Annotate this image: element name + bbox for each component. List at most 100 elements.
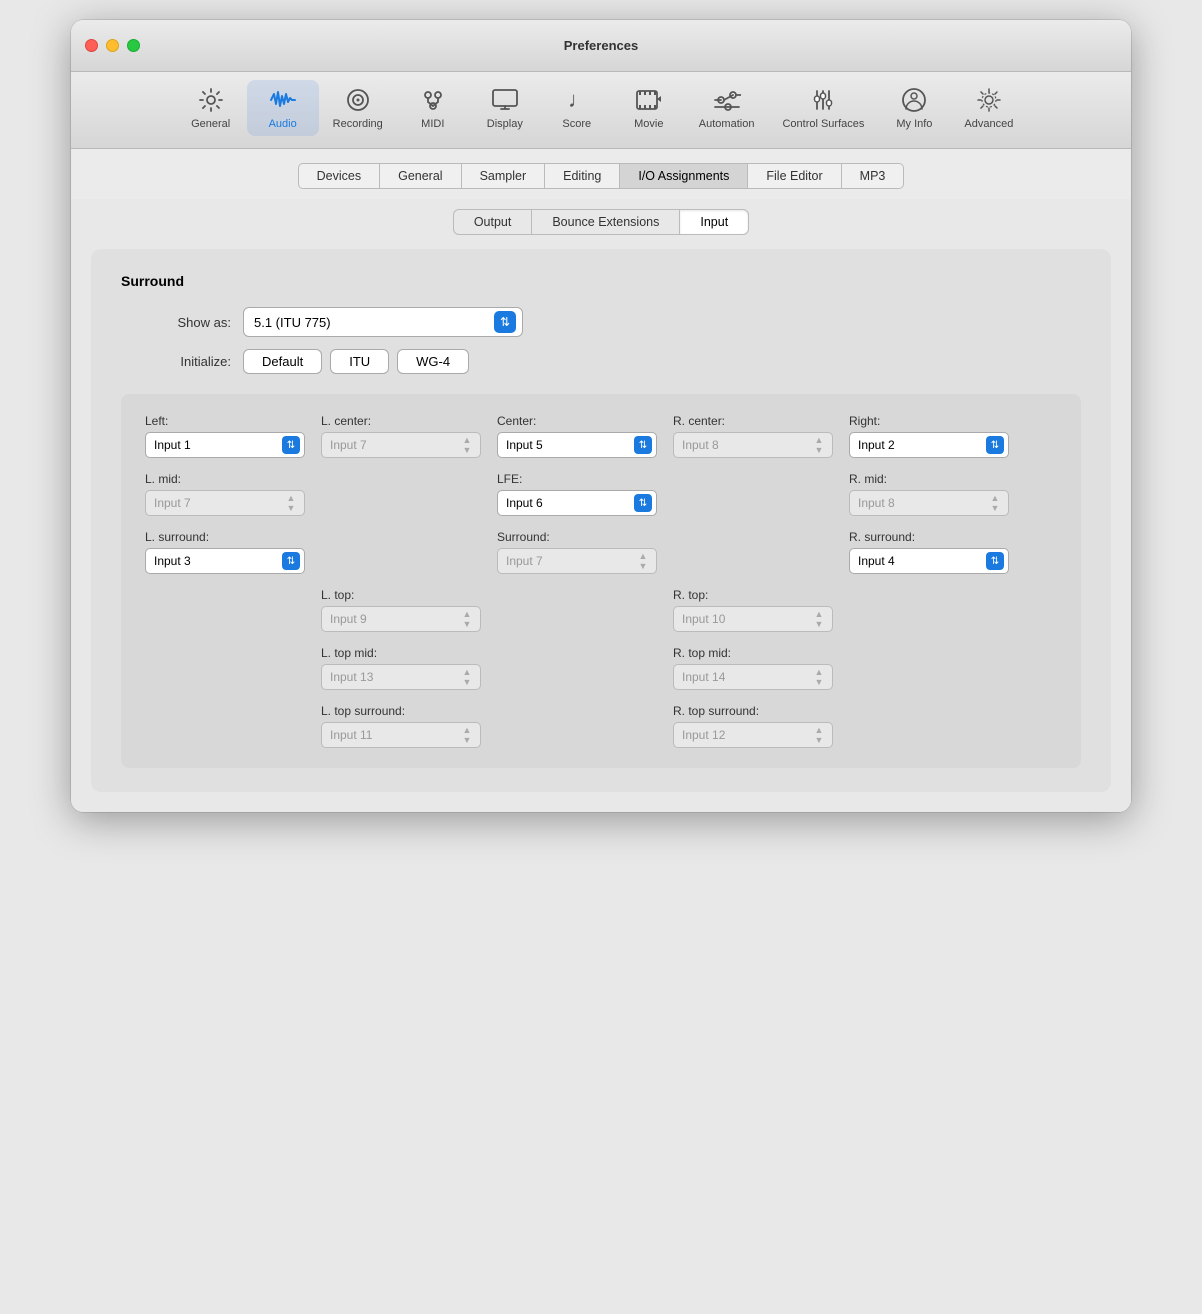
init-itu-button[interactable]: ITU — [330, 349, 389, 374]
l-top-mid-label: L. top mid: — [321, 646, 481, 660]
l-top-mid-value: Input 13 — [330, 670, 373, 684]
sub-tab-sampler[interactable]: Sampler — [461, 163, 546, 189]
field-empty-row2-col2 — [321, 472, 481, 516]
r-center-select[interactable]: Input 8 ▲▼ — [673, 432, 833, 458]
l-center-select[interactable]: Input 7 ▲▼ — [321, 432, 481, 458]
show-as-value: 5.1 (ITU 775) — [254, 315, 331, 330]
toolbar-item-display[interactable]: Display — [469, 80, 541, 136]
panel-tab-bounce-extensions[interactable]: Bounce Extensions — [531, 209, 680, 235]
init-wg4-button[interactable]: WG-4 — [397, 349, 469, 374]
toolbar-label-recording: Recording — [333, 118, 383, 130]
l-top-label: L. top: — [321, 588, 481, 602]
r-top-mid-arrow: ▲▼ — [810, 668, 828, 686]
toolbar-item-audio[interactable]: Audio — [247, 80, 319, 136]
toolbar-item-my-info[interactable]: My Info — [878, 80, 950, 136]
r-center-value: Input 8 — [682, 438, 719, 452]
field-empty-row3-col2 — [321, 530, 481, 574]
field-empty-row2-col4 — [673, 472, 833, 516]
chevron-updown-icon: ⇅ — [500, 315, 510, 329]
lfe-value: Input 6 — [506, 496, 543, 510]
l-top-surround-select[interactable]: Input 11 ▲▼ — [321, 722, 481, 748]
left-arrow: ⇅ — [282, 436, 300, 454]
l-mid-arrow: ▲▼ — [282, 494, 300, 512]
sub-tab-general[interactable]: General — [379, 163, 461, 189]
toolbar-label-control-surfaces: Control Surfaces — [782, 118, 864, 130]
surround-select[interactable]: Input 7 ▲▼ — [497, 548, 657, 574]
field-empty-row6-col1 — [145, 704, 305, 748]
field-surround: Surround: Input 7 ▲▼ — [497, 530, 657, 574]
panel-tab-output[interactable]: Output — [453, 209, 533, 235]
sub-tab-editing[interactable]: Editing — [544, 163, 620, 189]
l-surround-arrow: ⇅ — [282, 552, 300, 570]
r-top-mid-value: Input 14 — [682, 670, 725, 684]
left-select[interactable]: Input 1 ⇅ — [145, 432, 305, 458]
center-select[interactable]: Input 5 ⇅ — [497, 432, 657, 458]
toolbar-item-recording[interactable]: Recording — [319, 80, 397, 136]
toolbar-item-midi[interactable]: MIDI — [397, 80, 469, 136]
surround-value: Input 7 — [506, 554, 543, 568]
r-top-select[interactable]: Input 10 ▲▼ — [673, 606, 833, 632]
r-top-mid-select[interactable]: Input 14 ▲▼ — [673, 664, 833, 690]
l-top-mid-select[interactable]: Input 13 ▲▼ — [321, 664, 481, 690]
l-top-surround-value: Input 11 — [330, 728, 372, 742]
field-l-top-surround: L. top surround: Input 11 ▲▼ — [321, 704, 481, 748]
l-top-mid-arrow: ▲▼ — [458, 668, 476, 686]
l-surround-select[interactable]: Input 3 ⇅ — [145, 548, 305, 574]
gear-icon — [197, 86, 225, 114]
panel-tab-input[interactable]: Input — [679, 209, 749, 235]
content-area: Output Bounce Extensions Input Surround … — [71, 199, 1131, 812]
field-r-top: R. top: Input 10 ▲▼ — [673, 588, 833, 632]
toolbar-item-score[interactable]: ♩♪ Score — [541, 80, 613, 136]
center-label: Center: — [497, 414, 657, 428]
toolbar-item-control-surfaces[interactable]: Control Surfaces — [768, 80, 878, 136]
toolbar-item-general[interactable]: General — [175, 80, 247, 136]
field-l-surround: L. surround: Input 3 ⇅ — [145, 530, 305, 574]
sub-tab-io-assignments[interactable]: I/O Assignments — [619, 163, 748, 189]
toolbar-label-display: Display — [487, 118, 523, 130]
l-mid-select[interactable]: Input 7 ▲▼ — [145, 490, 305, 516]
r-top-surround-select[interactable]: Input 12 ▲▼ — [673, 722, 833, 748]
field-l-top-mid: L. top mid: Input 13 ▲▼ — [321, 646, 481, 690]
surround-grid-panel: Left: Input 1 ⇅ L. center: Input 7 ▲▼ — [121, 394, 1081, 768]
field-lfe: LFE: Input 6 ⇅ — [497, 472, 657, 516]
l-center-value: Input 7 — [330, 438, 367, 452]
sub-tab-mp3[interactable]: MP3 — [841, 163, 905, 189]
toolbar-item-automation[interactable]: Automation — [685, 80, 769, 136]
field-empty-row6-col3 — [497, 704, 657, 748]
show-as-dropdown[interactable]: 5.1 (ITU 775) ⇅ — [243, 307, 523, 337]
field-l-mid: L. mid: Input 7 ▲▼ — [145, 472, 305, 516]
init-default-button[interactable]: Default — [243, 349, 322, 374]
close-button[interactable] — [85, 39, 98, 52]
show-as-row: Show as: 5.1 (ITU 775) ⇅ — [121, 307, 1081, 337]
maximize-button[interactable] — [127, 39, 140, 52]
toolbar-item-advanced[interactable]: Advanced — [950, 80, 1027, 136]
right-select[interactable]: Input 2 ⇅ — [849, 432, 1009, 458]
r-mid-arrow: ▲▼ — [986, 494, 1004, 512]
surround-panel: Surround Show as: 5.1 (ITU 775) ⇅ Initia… — [91, 249, 1111, 792]
l-top-select[interactable]: Input 9 ▲▼ — [321, 606, 481, 632]
sub-tab-devices[interactable]: Devices — [298, 163, 380, 189]
field-l-top: L. top: Input 9 ▲▼ — [321, 588, 481, 632]
field-r-mid: R. mid: Input 8 ▲▼ — [849, 472, 1009, 516]
lfe-select[interactable]: Input 6 ⇅ — [497, 490, 657, 516]
toolbar-item-movie[interactable]: Movie — [613, 80, 685, 136]
r-mid-select[interactable]: Input 8 ▲▼ — [849, 490, 1009, 516]
title-bar: Preferences — [71, 20, 1131, 72]
lfe-arrow: ⇅ — [634, 494, 652, 512]
minimize-button[interactable] — [106, 39, 119, 52]
r-mid-label: R. mid: — [849, 472, 1009, 486]
advanced-icon — [975, 86, 1003, 114]
movie-icon — [635, 86, 663, 114]
toolbar-label-my-info: My Info — [896, 118, 932, 130]
toolbar: General Audio Recording — [71, 72, 1131, 149]
sub-tabs: Devices General Sampler Editing I/O Assi… — [71, 149, 1131, 199]
r-surround-select[interactable]: Input 4 ⇅ — [849, 548, 1009, 574]
r-top-surround-value: Input 12 — [682, 728, 725, 742]
r-top-mid-label: R. top mid: — [673, 646, 833, 660]
control-surfaces-icon — [809, 86, 837, 114]
field-empty-row5-col1 — [145, 646, 305, 690]
center-arrow: ⇅ — [634, 436, 652, 454]
surround-grid: Left: Input 1 ⇅ L. center: Input 7 ▲▼ — [145, 414, 1057, 748]
field-center: Center: Input 5 ⇅ — [497, 414, 657, 458]
sub-tab-file-editor[interactable]: File Editor — [747, 163, 841, 189]
